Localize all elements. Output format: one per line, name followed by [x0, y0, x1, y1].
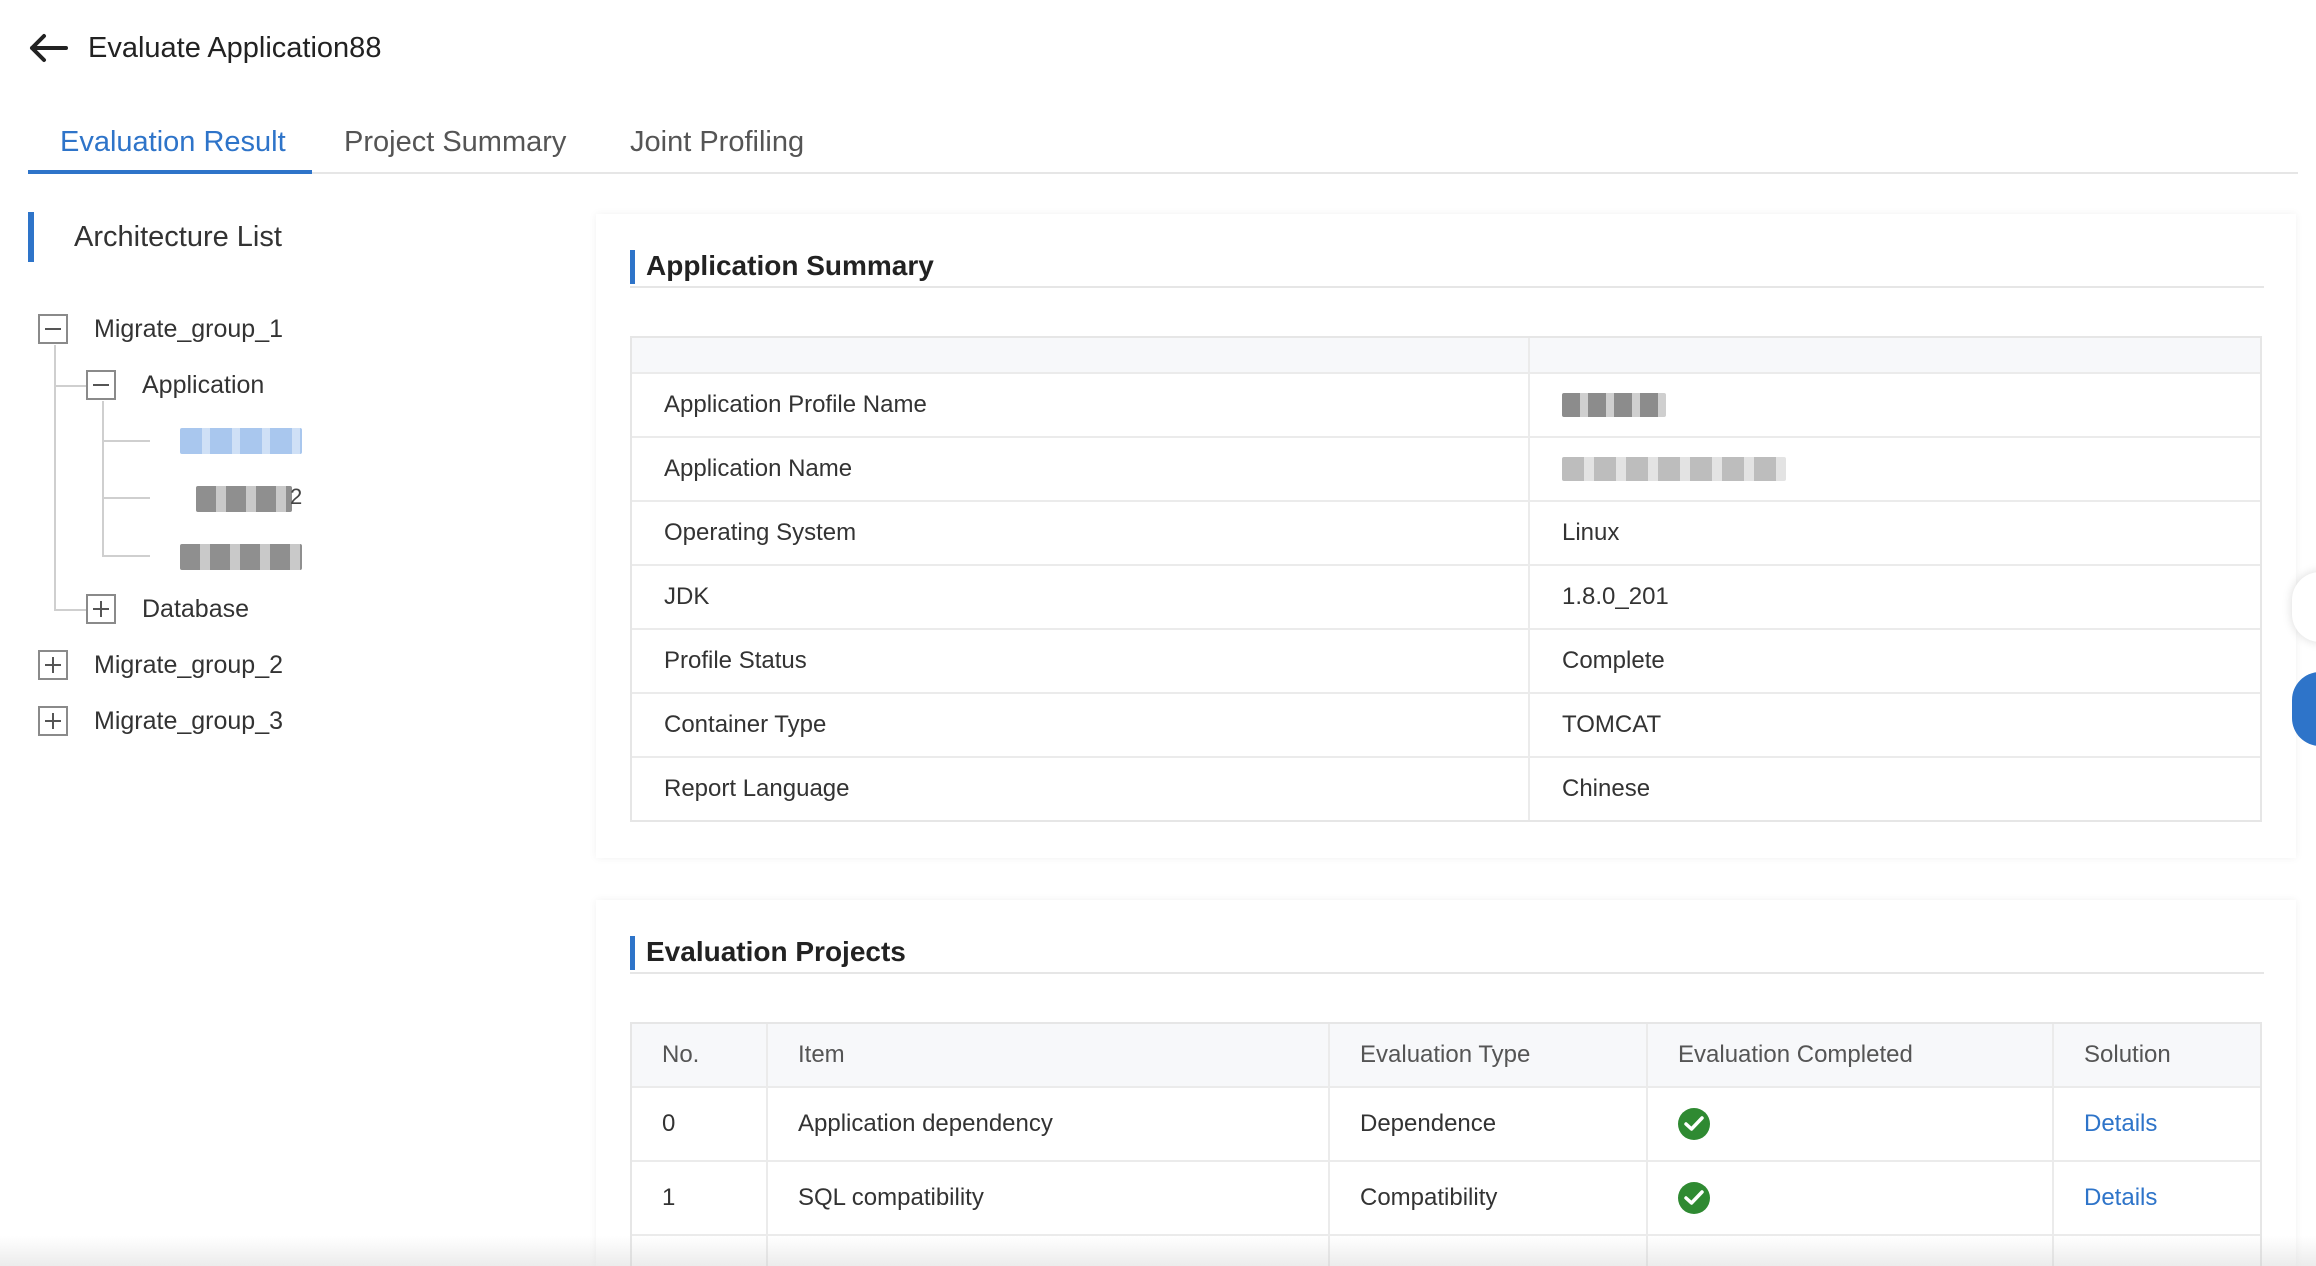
redacted-value: [1562, 393, 1666, 417]
tree-node-migrate-group-2[interactable]: Migrate_group_2: [94, 651, 283, 680]
tree-node-database[interactable]: Database: [142, 595, 249, 624]
column-header-solution: Solution: [2084, 1041, 2171, 1068]
summary-value: 1.8.0_201: [1562, 583, 1669, 610]
cell-solution: Details: [2054, 1088, 2260, 1160]
architecture-list-title: Architecture List: [74, 220, 282, 253]
tree-connector: [54, 385, 86, 387]
cell-no: 0: [632, 1088, 768, 1160]
cell-item: SQL compatibility: [768, 1162, 1330, 1234]
evaluation-projects-table: No. Item Evaluation Type Evaluation Comp…: [630, 1022, 2262, 1266]
redacted-item-suffix: 2: [290, 484, 303, 509]
summary-value: TOMCAT: [1562, 711, 1662, 738]
redacted-value: [1562, 457, 1786, 481]
evaluation-projects-panel: Evaluation Projects No. Item Evaluation …: [596, 900, 2296, 1266]
evaluation-projects-title: Evaluation Projects: [646, 936, 906, 967]
summary-value: Chinese: [1562, 775, 1651, 802]
expand-plus-icon[interactable]: [86, 594, 116, 624]
application-summary-panel: Application Summary Application Profile …: [596, 214, 2296, 858]
scroll-fade: [0, 1236, 2316, 1266]
table-row: Report Language Chinese: [632, 756, 2260, 820]
expand-plus-icon[interactable]: [38, 650, 68, 680]
redacted-application-item[interactable]: [180, 428, 302, 454]
tree-node-application[interactable]: Application: [142, 371, 264, 400]
table-header-cell: [1530, 338, 2260, 372]
table-row: 1 SQL compatibility Compatibility Detail…: [632, 1160, 2260, 1234]
table-row: 0 Application dependency Dependence Deta…: [632, 1086, 2260, 1160]
tree-connector: [102, 401, 104, 556]
summary-key: Operating System: [632, 502, 1530, 564]
cell-evaluation-type: Compatibility: [1330, 1162, 1648, 1234]
summary-value-redacted: [1530, 374, 2260, 436]
page-title: Evaluate Application88: [88, 31, 382, 64]
section-accent-bar: [630, 250, 635, 284]
page-header: Evaluate Application88: [26, 26, 381, 70]
cell-evaluation-completed: [1648, 1162, 2054, 1234]
application-summary-title: Application Summary: [646, 250, 934, 281]
column-header-item: Item: [768, 1024, 1330, 1086]
redacted-application-item[interactable]: [196, 486, 292, 512]
table-header-row: No. Item Evaluation Type Evaluation Comp…: [632, 1024, 2260, 1086]
table-header-cell: [632, 338, 1530, 372]
evaluation-projects-header: Evaluation Projects: [630, 924, 2264, 974]
details-link[interactable]: Details: [2084, 1110, 2157, 1138]
active-tab-indicator: [28, 170, 312, 174]
redacted-application-item[interactable]: [180, 544, 302, 570]
tab-joint-profiling[interactable]: Joint Profiling: [630, 118, 804, 174]
check-circle-icon: [1678, 1182, 1710, 1214]
application-summary-table: Application Profile Name Application Nam…: [630, 336, 2262, 822]
details-link[interactable]: Details: [2084, 1184, 2157, 1212]
table-row: Application Profile Name: [632, 372, 2260, 436]
tab-bar: Evaluation Result Project Summary Joint …: [28, 118, 2298, 174]
tree-connector: [102, 440, 150, 442]
column-header-evaluation-completed: Evaluation Completed: [1648, 1024, 2054, 1086]
summary-key: Container Type: [632, 694, 1530, 756]
back-arrow-icon[interactable]: [26, 26, 70, 70]
architecture-list-header: Architecture List: [28, 212, 282, 262]
column-header-evaluation-type: Evaluation Type: [1330, 1024, 1648, 1086]
table-row: Application Name: [632, 436, 2260, 500]
cell-solution: Details: [2054, 1162, 2260, 1234]
summary-value-redacted: [1530, 438, 2260, 500]
table-header-row: [632, 338, 2260, 372]
table-row: Container Type TOMCAT: [632, 692, 2260, 756]
check-circle-icon: [1678, 1108, 1710, 1140]
summary-key: Application Name: [632, 438, 1530, 500]
column-header-no: No.: [632, 1024, 768, 1086]
application-summary-header: Application Summary: [630, 238, 2264, 288]
expand-plus-icon[interactable]: [38, 706, 68, 736]
table-row: JDK 1.8.0_201: [632, 564, 2260, 628]
section-accent-bar: [630, 936, 635, 970]
cell-evaluation-completed: [1648, 1088, 2054, 1160]
summary-key: Profile Status: [632, 630, 1530, 692]
table-row: Operating System Linux: [632, 500, 2260, 564]
table-row: Profile Status Complete: [632, 628, 2260, 692]
summary-key: Application Profile Name: [632, 374, 1530, 436]
tree-node-migrate-group-3[interactable]: Migrate_group_3: [94, 707, 283, 736]
summary-key: Report Language: [632, 758, 1530, 820]
cell-item: Application dependency: [768, 1088, 1330, 1160]
summary-key: JDK: [632, 566, 1530, 628]
cell-no: 1: [632, 1162, 768, 1234]
tree-connector: [102, 497, 150, 499]
tree-connector: [54, 609, 86, 611]
cell-evaluation-type: Dependence: [1330, 1088, 1648, 1160]
tab-evaluation-result[interactable]: Evaluation Result: [60, 118, 286, 174]
tree-node-migrate-group-1[interactable]: Migrate_group_1: [94, 315, 283, 344]
section-accent-bar: [28, 212, 34, 262]
collapse-minus-icon[interactable]: [86, 370, 116, 400]
tree-connector: [102, 555, 150, 557]
summary-value: Linux: [1562, 519, 1620, 546]
summary-value: Complete: [1562, 647, 1665, 674]
collapse-minus-icon[interactable]: [38, 314, 68, 344]
tab-project-summary[interactable]: Project Summary: [344, 118, 566, 174]
